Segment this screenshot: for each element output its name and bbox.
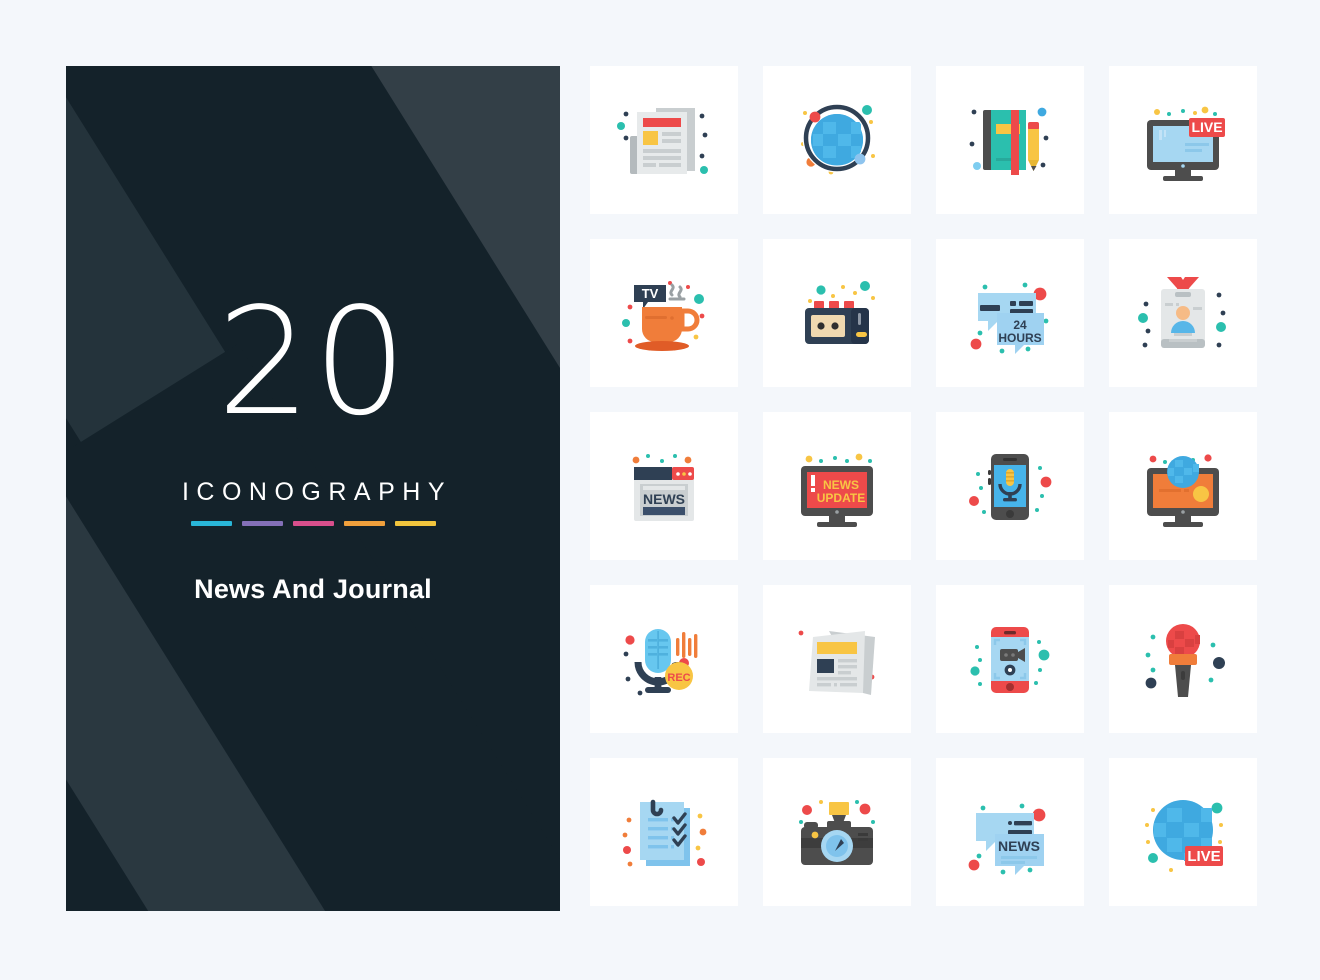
- rec-badge-text: REC: [667, 672, 690, 684]
- icon-card-reporter-microphone[interactable]: [1109, 585, 1257, 733]
- svg-text:HOURS: HOURS: [998, 331, 1041, 345]
- 24-hours-chat-icon: 24 HOURS: [970, 282, 1049, 354]
- globe-live-badge-text: LIVE: [1187, 848, 1220, 865]
- tv-coffee-icon: TV: [622, 281, 705, 351]
- icon-card-phone-video-camera[interactable]: [936, 585, 1084, 733]
- newspaper-article-icon: [617, 108, 708, 174]
- globe-monitor-icon: [1147, 454, 1219, 527]
- news-website-icon: NEWS: [632, 454, 694, 521]
- phone-video-camera-icon: [970, 627, 1050, 693]
- live-badge-text: LIVE: [1191, 119, 1222, 135]
- globe-orbit-icon: [801, 103, 875, 175]
- cover-kicker: ICONOGRAPHY: [181, 478, 453, 506]
- icon-card-globe-live[interactable]: LIVE: [1109, 758, 1257, 906]
- cover-color-bars: [66, 521, 560, 526]
- news-chat-bubble-icon: NEWS: [968, 803, 1046, 875]
- cover-panel: 20 ICONOGRAPHY News And Journal: [66, 66, 560, 911]
- color-bar-2: [241, 521, 283, 526]
- icon-card-globe-orbit[interactable]: [763, 66, 911, 214]
- color-bar-1: [190, 521, 232, 526]
- icon-count: 20: [216, 276, 410, 448]
- icon-card-news-update-tv[interactable]: NEWS UPDATE: [763, 412, 911, 560]
- icon-card-rec-microphone[interactable]: REC: [590, 585, 738, 733]
- svg-text:24: 24: [1013, 318, 1027, 332]
- icon-card-phone-microphone[interactable]: [936, 412, 1084, 560]
- icon-card-news-website[interactable]: NEWS: [590, 412, 738, 560]
- icon-card-checklist-document[interactable]: [590, 758, 738, 906]
- icon-card-newspaper-stack[interactable]: [763, 585, 911, 733]
- icon-card-newspaper-article[interactable]: [590, 66, 738, 214]
- news-update-tv-icon: NEWS UPDATE: [801, 453, 873, 527]
- globe-live-icon: LIVE: [1145, 800, 1223, 872]
- icon-card-globe-monitor[interactable]: [1109, 412, 1257, 560]
- phone-microphone-icon: [969, 454, 1052, 520]
- news-bubble-text: NEWS: [998, 838, 1040, 854]
- newspaper-stack-icon: [798, 630, 875, 695]
- icon-card-notebook-pencil[interactable]: [936, 66, 1084, 214]
- news-website-text: NEWS: [643, 491, 685, 507]
- color-bar-3: [292, 521, 334, 526]
- reporter-microphone-icon: [1145, 624, 1225, 697]
- icon-card-24-hours-chat[interactable]: 24 HOURS: [936, 239, 1084, 387]
- checklist-document-icon: [622, 799, 707, 867]
- cover-title: News And Journal: [194, 574, 432, 604]
- svg-text:UPDATE: UPDATE: [817, 491, 865, 505]
- icon-card-news-chat-bubble[interactable]: NEWS: [936, 758, 1084, 906]
- icon-grid: LIVE TV 24 HOURS NEWS NEWS UPDATE REC NE…: [590, 66, 1258, 906]
- svg-text:NEWS: NEWS: [823, 478, 859, 492]
- cassette-recorder-icon: [805, 281, 875, 344]
- icon-card-live-monitor[interactable]: LIVE: [1109, 66, 1257, 214]
- notebook-pencil-icon: [969, 107, 1049, 175]
- press-id-badge-icon: [1138, 277, 1226, 348]
- photo-camera-icon: [799, 800, 875, 865]
- live-monitor-icon: LIVE: [1147, 106, 1225, 181]
- icon-card-press-id-badge[interactable]: [1109, 239, 1257, 387]
- poster-canvas: 20 ICONOGRAPHY News And Journal LIVE TV …: [0, 0, 1320, 980]
- color-bar-5: [394, 521, 436, 526]
- color-bar-4: [343, 521, 385, 526]
- icon-card-cassette-recorder[interactable]: [763, 239, 911, 387]
- icon-card-tv-coffee[interactable]: TV: [590, 239, 738, 387]
- rec-microphone-icon: REC: [623, 629, 698, 696]
- icon-card-photo-camera[interactable]: [763, 758, 911, 906]
- tv-badge-text: TV: [642, 286, 659, 301]
